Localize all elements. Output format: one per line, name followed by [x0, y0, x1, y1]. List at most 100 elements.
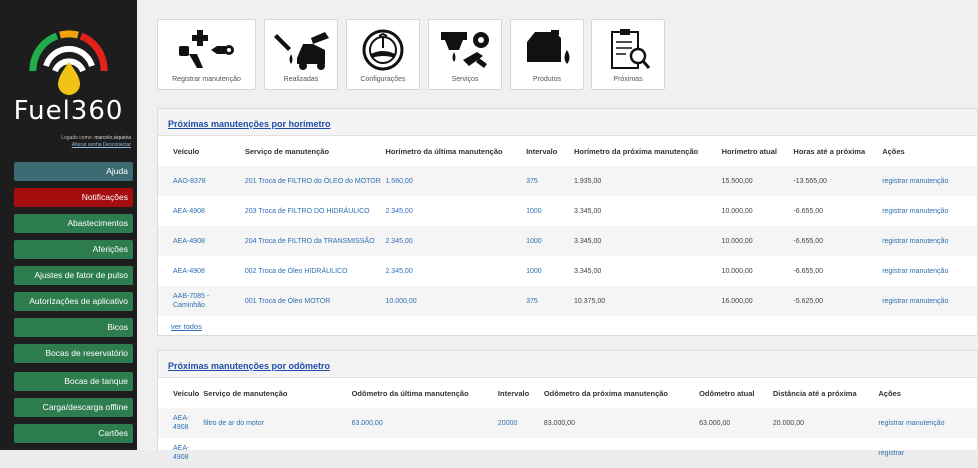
- column-header: Distância até a próxima: [772, 388, 857, 398]
- tile-label: Serviços: [451, 76, 479, 83]
- register-maintenance-link[interactable]: registrar manutenção: [878, 286, 977, 316]
- user-info: Logado como: marcelo.siqueira Alterar se…: [0, 135, 137, 149]
- table-cell: [540, 438, 695, 468]
- sidebar-item-bocas-de-reservatorio[interactable]: Bocas de reservatório: [14, 344, 133, 363]
- service-link[interactable]: 001 Troca de Óleo MOTOR: [240, 286, 382, 316]
- column-header: Ações: [882, 146, 905, 156]
- odometro-panel-title[interactable]: Próximas manutenções por odômetro: [168, 361, 330, 371]
- table-cell: 16.000,00: [717, 286, 790, 316]
- table-row: AEA-4908 002 Troca de Óleo HIDRÁULICO 2.34…: [158, 256, 977, 286]
- sidebar-item-notificacoes[interactable]: Notificações: [14, 188, 133, 207]
- table-cell: [348, 438, 494, 468]
- tile-label: Próximas: [613, 76, 643, 83]
- table-cell: -6.655,00: [793, 267, 824, 275]
- table-cell: 2.345,00: [381, 226, 523, 256]
- tile-produtos[interactable]: Produtos: [510, 19, 584, 90]
- odometro-table: Veículo Serviço de manutenção Odômetro da …: [158, 378, 977, 468]
- sidebar-item-ajustes-de-fator-de-pulso[interactable]: Ajustes de fator de pulso: [14, 266, 133, 285]
- vehicle-link[interactable]: AAB-7085 - Caminhão: [158, 286, 241, 316]
- vehicle-link[interactable]: AAO-8378: [158, 166, 241, 196]
- register-maintenance-link[interactable]: registrar: [874, 438, 977, 468]
- sidebar-item-afericoes[interactable]: Aferições: [14, 240, 133, 259]
- column-header: Serviço de manutenção: [244, 146, 330, 156]
- service-link[interactable]: [199, 438, 347, 468]
- sidebar-item-abastecimentos[interactable]: Abastecimentos: [14, 214, 133, 233]
- column-header: Horímetro da próxima manutenção: [574, 146, 699, 156]
- vehicle-link[interactable]: AEA-4908: [158, 256, 241, 286]
- table-cell: 3.345,00: [570, 226, 718, 256]
- tile-servicos[interactable]: Serviços: [428, 19, 502, 90]
- table-cell: 10.000,00: [381, 286, 523, 316]
- column-header: Horímetro da última manutenção: [385, 146, 503, 156]
- table-cell: 63.000,00: [695, 408, 769, 438]
- table-cell: 3.345,00: [574, 267, 602, 275]
- table-cell: [769, 438, 875, 468]
- table-row: AEA-4908 filtro de ar do motor 63.000,00 20…: [158, 408, 977, 438]
- vehicle-link[interactable]: AEA-4908: [158, 408, 200, 438]
- table-cell: 2.345,00: [385, 207, 413, 215]
- table-row: AEA-4908 203 Troca de FILTRO DO HIDRÁULIC…: [158, 196, 977, 226]
- sidebar-item-bicos[interactable]: Bicos: [14, 318, 133, 337]
- sidebar-item-cartoes[interactable]: Cartões: [14, 424, 133, 443]
- horimetro-panel-header: Próximas manutenções por horímetro: [158, 109, 977, 136]
- odometro-panel-header: Próximas manutenções por odômetro: [158, 351, 977, 378]
- tile-configuracoes[interactable]: Configurações: [346, 19, 420, 90]
- tile-label: Registrar manutenção: [172, 76, 241, 83]
- table-cell: 10.000,00: [721, 267, 753, 275]
- odometro-panel: Próximas manutenções por odômetro Veícul…: [157, 350, 978, 461]
- register-maintenance-link[interactable]: registrar manutenção: [878, 196, 977, 226]
- table-cell: [695, 438, 769, 468]
- tile-registrar-manutencao[interactable]: Registrar manutenção: [157, 19, 256, 90]
- horimetro-panel-title[interactable]: Próximas manutenções por horímetro: [168, 119, 331, 129]
- service-link[interactable]: 201 Troca de FILTRO do ÓLEO do MOTOR: [240, 166, 382, 196]
- column-header: Intervalo: [497, 388, 530, 398]
- column-header: Ações: [878, 388, 901, 398]
- table-cell: 3.345,00: [574, 207, 602, 215]
- account-links[interactable]: Alterar senha Desconectar: [72, 142, 131, 148]
- sidebar-item-bocas-de-tanque[interactable]: Bocas de tanque: [14, 372, 133, 391]
- service-link[interactable]: 203 Troca de FILTRO DO HIDRÁULICO: [241, 196, 382, 226]
- table-cell: 10.000,00: [721, 207, 753, 215]
- table-cell: -5.625,00: [789, 286, 879, 316]
- table-cell: 15.500,00: [717, 166, 790, 196]
- register-maintenance-link[interactable]: registrar manutenção: [878, 166, 977, 196]
- sidebar-item-ajuda[interactable]: Ajuda: [14, 162, 133, 181]
- sidebar-item-carga-descarga-offline[interactable]: Carga/descarga offline: [14, 398, 133, 417]
- table-row: AAB-7085 - Caminhão 001 Troca de Óleo MOT…: [158, 286, 977, 316]
- vehicle-link[interactable]: AEA-4908: [158, 226, 241, 256]
- column-header: Odômetro da última manutenção: [351, 388, 469, 398]
- vehicle-link[interactable]: AEA-4908: [158, 196, 241, 226]
- service-link[interactable]: 002 Troca de Óleo HIDRÁULICO: [241, 256, 382, 286]
- column-header: Veículo: [173, 388, 200, 398]
- see-all-link[interactable]: ver todos: [158, 322, 202, 331]
- horimetro-panel: Próximas manutenções por horímetro Veícu…: [157, 108, 978, 336]
- tile-proximas[interactable]: Próximas: [591, 19, 665, 90]
- register-maintenance-link[interactable]: registrar manutenção: [878, 226, 977, 256]
- register-maintenance-link[interactable]: registrar manutenção: [874, 408, 977, 438]
- table-cell: 375: [522, 286, 570, 316]
- tile-realizadas[interactable]: Realizadas: [264, 19, 338, 90]
- vehicle-link[interactable]: AEA-4908: [158, 438, 199, 468]
- column-header: Intervalo: [526, 146, 558, 156]
- service-link[interactable]: filtro de ar do motor: [199, 408, 348, 438]
- horimetro-table: Veículo Serviço de manutenção Horímetro da…: [158, 136, 977, 316]
- tile-label: Configurações: [360, 76, 406, 83]
- table-cell: 10.000,00: [717, 226, 790, 256]
- column-header: Horas até a próxima: [793, 146, 866, 156]
- tile-label: Produtos: [532, 76, 562, 83]
- table-cell: -13.565,00: [789, 166, 879, 196]
- sidebar-item-autorizacoes-de-aplicativo[interactable]: Autorizações de aplicativo: [14, 292, 133, 311]
- register-maintenance-link[interactable]: registrar manutenção: [878, 256, 977, 286]
- service-link[interactable]: 204 Troca de FILTRO da TRANSMISSÃO: [240, 226, 382, 256]
- sidebar: Fuel360 Logado como: marcelo.siqueira Al…: [0, 0, 137, 450]
- table-cell: -6.655,00: [793, 207, 824, 215]
- table-row: AEA-4908 registrar: [158, 438, 977, 468]
- table-cell: 375: [522, 166, 570, 196]
- table-cell: 1.560,00: [381, 166, 523, 196]
- column-header: Serviço de manutenção: [203, 388, 288, 398]
- column-header: Veículo: [173, 146, 200, 156]
- brand-name: Fuel360: [13, 96, 124, 126]
- table-cell: 1.935,00: [570, 166, 718, 196]
- table-cell: -6.655,00: [789, 226, 879, 256]
- table-row: AEA-4908 204 Troca de FILTRO da TRANSMISS…: [158, 226, 977, 256]
